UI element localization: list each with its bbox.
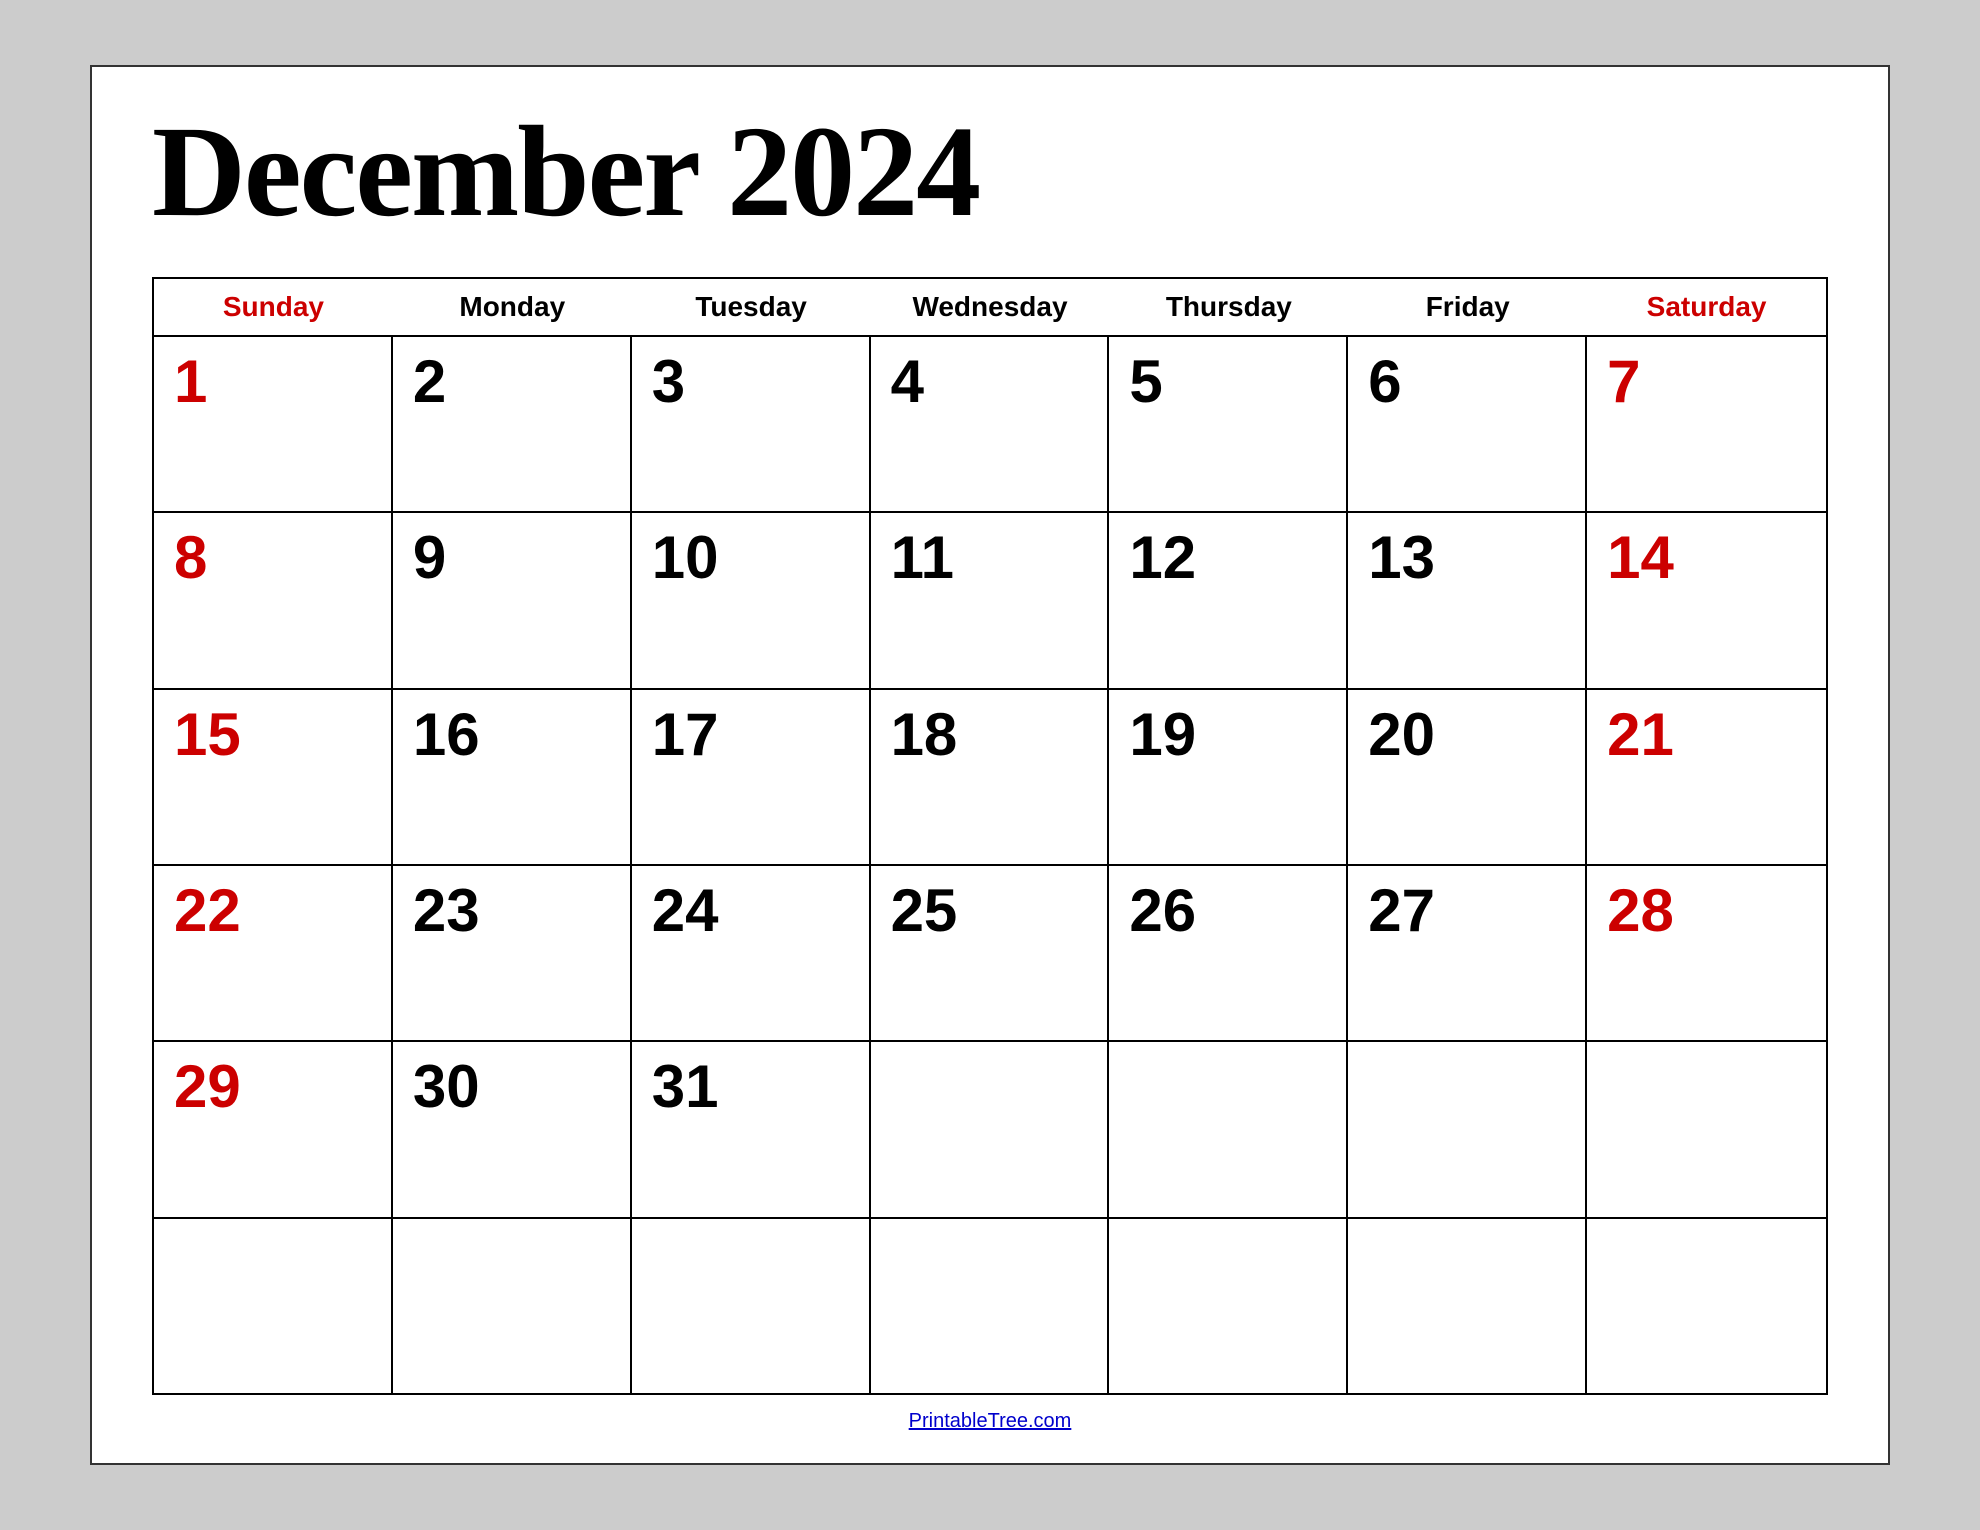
calendar-cell: 17: [632, 690, 871, 864]
footer: PrintableTree.com: [152, 1395, 1828, 1433]
calendar-cell: 19: [1109, 690, 1348, 864]
day-number-7: 7: [1607, 352, 1640, 412]
calendar-cell: [1587, 1219, 1826, 1393]
day-number-17: 17: [652, 705, 719, 765]
day-number-26: 26: [1129, 881, 1196, 941]
calendar-grid: SundayMondayTuesdayWednesdayThursdayFrid…: [152, 277, 1828, 1395]
calendar-cell: 22: [154, 866, 393, 1040]
calendar-cell: 29: [154, 1042, 393, 1216]
calendar-cell: [1348, 1042, 1587, 1216]
calendar-rows: 1234567891011121314151617181920212223242…: [154, 337, 1826, 1393]
calendar-cell: [632, 1219, 871, 1393]
calendar-row-4: 22 23 24 25 26 27 28: [154, 866, 1826, 1042]
day-header-sunday: Sunday: [154, 279, 393, 335]
calendar-cell: 9: [393, 513, 632, 687]
day-headers: SundayMondayTuesdayWednesdayThursdayFrid…: [154, 279, 1826, 337]
calendar-row-3: 15 16 17 18 19 20 21: [154, 690, 1826, 866]
day-number-28: 28: [1607, 881, 1674, 941]
day-number-8: 8: [174, 528, 207, 588]
calendar-cell: 14: [1587, 513, 1826, 687]
day-number-18: 18: [891, 705, 958, 765]
day-number-6: 6: [1368, 352, 1401, 412]
calendar-cell: [871, 1219, 1110, 1393]
day-number-24: 24: [652, 881, 719, 941]
calendar-cell: 10: [632, 513, 871, 687]
calendar-cell: [1109, 1219, 1348, 1393]
day-number-23: 23: [413, 881, 480, 941]
day-number-30: 30: [413, 1057, 480, 1117]
calendar-cell: [1587, 1042, 1826, 1216]
day-number-21: 21: [1607, 705, 1674, 765]
day-header-wednesday: Wednesday: [871, 279, 1110, 335]
calendar-cell: [154, 1219, 393, 1393]
calendar-cell: 16: [393, 690, 632, 864]
calendar-cell: 31: [632, 1042, 871, 1216]
calendar-cell: 12: [1109, 513, 1348, 687]
day-header-friday: Friday: [1348, 279, 1587, 335]
calendar-cell: 30: [393, 1042, 632, 1216]
day-number-14: 14: [1607, 528, 1674, 588]
calendar-cell: 27: [1348, 866, 1587, 1040]
calendar-cell: 3: [632, 337, 871, 511]
day-number-22: 22: [174, 881, 241, 941]
day-number-31: 31: [652, 1057, 719, 1117]
calendar-cell: [1348, 1219, 1587, 1393]
day-number-25: 25: [891, 881, 958, 941]
calendar-cell: 26: [1109, 866, 1348, 1040]
day-number-16: 16: [413, 705, 480, 765]
calendar-cell: 21: [1587, 690, 1826, 864]
day-number-10: 10: [652, 528, 719, 588]
day-number-19: 19: [1129, 705, 1196, 765]
footer-link[interactable]: PrintableTree.com: [909, 1410, 1072, 1432]
day-number-9: 9: [413, 528, 446, 588]
calendar-cell: [871, 1042, 1110, 1216]
day-header-saturday: Saturday: [1587, 279, 1826, 335]
calendar-cell: 6: [1348, 337, 1587, 511]
calendar-row-2: 8 9 10 11 12 13 14: [154, 513, 1826, 689]
calendar-cell: [1109, 1042, 1348, 1216]
calendar-cell: 8: [154, 513, 393, 687]
day-number-29: 29: [174, 1057, 241, 1117]
day-number-2: 2: [413, 352, 446, 412]
calendar-page: December 2024 SundayMondayTuesdayWednesd…: [90, 65, 1890, 1465]
calendar-cell: 4: [871, 337, 1110, 511]
calendar-cell: 11: [871, 513, 1110, 687]
calendar-cell: 2: [393, 337, 632, 511]
day-header-monday: Monday: [393, 279, 632, 335]
calendar-cell: 15: [154, 690, 393, 864]
day-header-thursday: Thursday: [1109, 279, 1348, 335]
calendar-cell: 28: [1587, 866, 1826, 1040]
day-number-27: 27: [1368, 881, 1435, 941]
calendar-cell: 24: [632, 866, 871, 1040]
calendar-cell: 7: [1587, 337, 1826, 511]
day-number-5: 5: [1129, 352, 1162, 412]
calendar-cell: 20: [1348, 690, 1587, 864]
day-number-15: 15: [174, 705, 241, 765]
day-number-11: 11: [891, 528, 954, 588]
calendar-cell: 5: [1109, 337, 1348, 511]
day-number-20: 20: [1368, 705, 1435, 765]
calendar-cell: 25: [871, 866, 1110, 1040]
day-number-12: 12: [1129, 528, 1196, 588]
calendar-cell: 13: [1348, 513, 1587, 687]
day-number-1: 1: [174, 352, 207, 412]
calendar-title: December 2024: [152, 107, 1828, 237]
calendar-cell: 18: [871, 690, 1110, 864]
calendar-row-1: 1 2 3 4 5 6 7: [154, 337, 1826, 513]
day-number-3: 3: [652, 352, 685, 412]
calendar-cell: 1: [154, 337, 393, 511]
calendar-row-6: [154, 1219, 1826, 1393]
calendar-cell: 23: [393, 866, 632, 1040]
day-header-tuesday: Tuesday: [632, 279, 871, 335]
calendar-cell: [393, 1219, 632, 1393]
day-number-13: 13: [1368, 528, 1435, 588]
calendar-row-5: 29 30 31: [154, 1042, 1826, 1218]
day-number-4: 4: [891, 352, 924, 412]
